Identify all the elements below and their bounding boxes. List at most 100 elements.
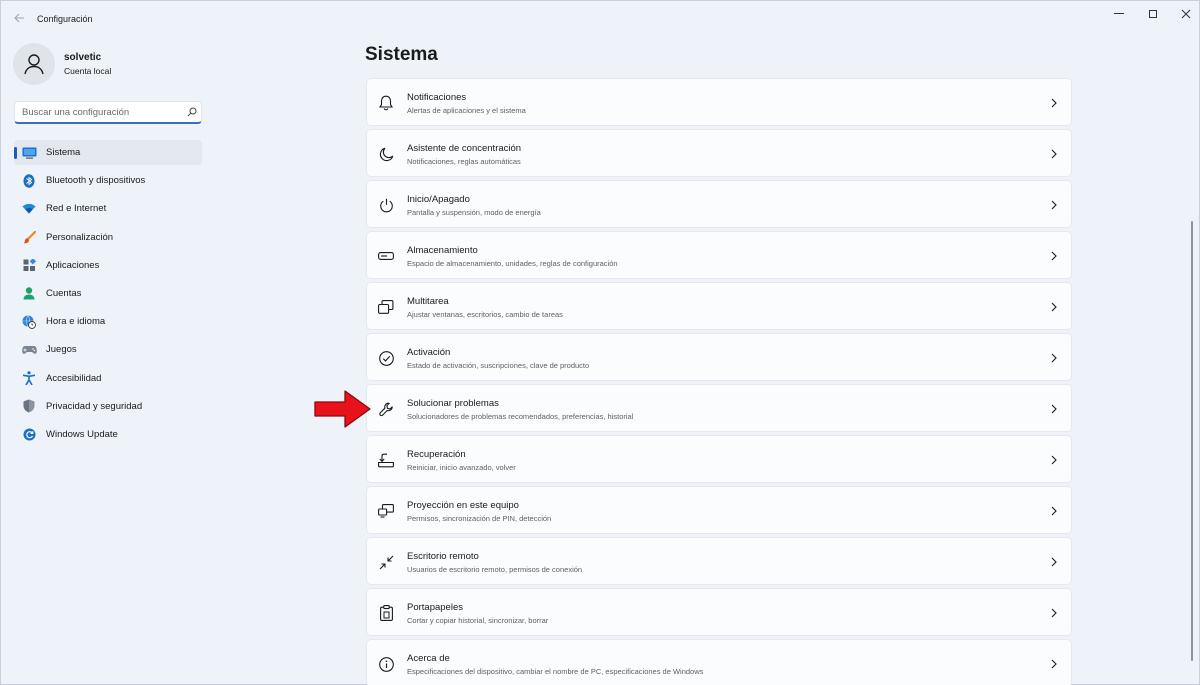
back-button[interactable] (9, 8, 29, 28)
search-icon[interactable] (183, 107, 201, 117)
setting-recovery[interactable]: Recuperación Reiniciar, inicio avanzado,… (366, 435, 1072, 483)
update-icon (21, 426, 37, 442)
arrow-left-icon (13, 13, 24, 23)
clipboard-icon (377, 604, 395, 622)
setting-activation[interactable]: Activación Estado de activación, suscrip… (366, 333, 1072, 381)
sidebar-item-label: Aplicaciones (46, 259, 100, 271)
sidebar-item-label: Red e Internet (46, 203, 107, 215)
chevron-right-icon (1049, 352, 1059, 364)
accessibility-icon (21, 370, 37, 386)
setting-notifications[interactable]: Notificaciones Alertas de aplicaciones y… (366, 78, 1072, 126)
sidebar-item-network[interactable]: Red e Internet (14, 196, 202, 221)
chevron-right-icon (1049, 301, 1059, 313)
sidebar-item-accounts[interactable]: Cuentas (14, 281, 202, 306)
setting-power[interactable]: Inicio/Apagado Pantalla y suspensión, mo… (366, 180, 1072, 228)
setting-troubleshoot[interactable]: Solucionar problemas Solucionadores de p… (366, 384, 1072, 432)
setting-multitasking[interactable]: Multitarea Ajustar ventanas, escritorios… (366, 282, 1072, 330)
search-input[interactable] (15, 102, 183, 122)
setting-about[interactable]: Acerca de Especificaciones del dispositi… (366, 639, 1072, 685)
setting-title: Proyección en este equipo (407, 500, 519, 511)
close-icon (1181, 9, 1191, 19)
maximize-icon (1149, 10, 1157, 18)
sidebar-item-bluetooth[interactable]: Bluetooth y dispositivos (14, 168, 202, 193)
setting-title: Almacenamiento (407, 245, 478, 256)
projection-icon (377, 502, 395, 520)
sidebar-item-label: Bluetooth y dispositivos (46, 175, 146, 187)
setting-title: Notificaciones (407, 92, 467, 103)
person-icon (24, 54, 44, 75)
brush-icon (21, 229, 37, 245)
bell-icon (377, 94, 395, 112)
window-title: Configuración (37, 14, 93, 24)
wifi-icon (21, 201, 37, 217)
chevron-right-icon (1049, 148, 1059, 160)
setting-title: Multitarea (407, 296, 449, 307)
sidebar-item-sistema[interactable]: Sistema (14, 140, 202, 165)
setting-description: Especificaciones del dispositivo, cambia… (407, 667, 704, 676)
setting-storage[interactable]: Almacenamiento Espacio de almacenamiento… (366, 231, 1072, 279)
setting-title: Solucionar problemas (407, 398, 499, 409)
setting-description: Notificaciones, reglas automáticas (407, 157, 521, 166)
setting-title: Acerca de (407, 653, 450, 664)
sidebar-item-privacy[interactable]: Privacidad y seguridad (14, 394, 202, 419)
setting-title: Activación (407, 347, 451, 358)
setting-title: Inicio/Apagado (407, 194, 470, 205)
sidebar-item-personalization[interactable]: Personalización (14, 225, 202, 250)
chevron-right-icon (1049, 454, 1059, 466)
chevron-right-icon (1049, 97, 1059, 109)
sidebar-item-label: Windows Update (46, 428, 118, 440)
sidebar-nav: Sistema Bluetooth y dispositivos Red e I… (14, 140, 202, 450)
sidebar-item-windows-update[interactable]: Windows Update (14, 422, 202, 447)
page-title: Sistema (365, 44, 438, 65)
minimize-icon (1114, 13, 1124, 14)
sidebar-item-label: Personalización (46, 231, 114, 243)
gamepad-icon (21, 342, 37, 358)
annotation-arrow-icon (313, 389, 373, 429)
setting-focus-assist[interactable]: Asistente de concentración Notificacione… (366, 129, 1072, 177)
setting-remote-desktop[interactable]: Escritorio remoto Usuarios de escritorio… (366, 537, 1072, 585)
monitor-icon (21, 145, 37, 161)
bluetooth-icon (21, 173, 37, 189)
shield-icon (21, 398, 37, 414)
account-type: Cuenta local (64, 66, 112, 76)
setting-description: Permisos, sincronización de PIN, detecci… (407, 514, 552, 523)
search-box[interactable] (14, 101, 202, 124)
multitask-icon (377, 298, 395, 316)
chevron-right-icon (1049, 505, 1059, 517)
setting-description: Solucionadores de problemas recomendados… (407, 412, 634, 421)
setting-description: Espacio de almacenamiento, unidades, reg… (407, 259, 618, 268)
info-icon (377, 655, 395, 673)
close-button[interactable] (1166, 1, 1200, 27)
chevron-right-icon (1049, 403, 1059, 415)
sidebar-item-label: Accesibilidad (46, 372, 102, 384)
sidebar-item-apps[interactable]: Aplicaciones (14, 253, 202, 278)
sidebar-item-gaming[interactable]: Juegos (14, 337, 202, 362)
settings-list: Notificaciones Alertas de aplicaciones y… (366, 78, 1072, 685)
check-circle-icon (377, 349, 395, 367)
sidebar-item-accessibility[interactable]: Accesibilidad (14, 366, 202, 391)
setting-clipboard[interactable]: Portapapeles Cortar y copiar historial, … (366, 588, 1072, 636)
apps-icon (21, 257, 37, 273)
setting-description: Ajustar ventanas, escritorios, cambio de… (407, 310, 563, 319)
user-profile[interactable]: solvetic Cuenta local (13, 43, 111, 85)
setting-projection[interactable]: Proyección en este equipo Permisos, sinc… (366, 486, 1072, 534)
sidebar-item-label: Sistema (46, 147, 81, 158)
chevron-right-icon (1049, 199, 1059, 211)
chevron-right-icon (1049, 250, 1059, 262)
setting-title: Asistente de concentración (407, 143, 522, 154)
sidebar-item-time-language[interactable]: Hora e idioma (14, 309, 202, 334)
setting-title: Escritorio remoto (407, 551, 479, 562)
avatar (13, 43, 55, 85)
title-bar: Configuración (1, 1, 1199, 35)
sidebar-item-label: Juegos (46, 344, 77, 356)
chevron-right-icon (1049, 658, 1059, 670)
recovery-icon (377, 451, 395, 469)
scrollbar[interactable] (1191, 221, 1193, 661)
setting-description: Cortar y copiar historial, sincronizar, … (407, 616, 549, 625)
settings-window: Configuración solvetic Cuenta local Busc… (0, 0, 1200, 685)
globe-clock-icon (21, 314, 37, 330)
storage-icon (377, 247, 395, 265)
chevron-right-icon (1049, 556, 1059, 568)
user-name: solvetic (64, 52, 102, 63)
sidebar-item-label: Privacidad y seguridad (46, 400, 143, 412)
